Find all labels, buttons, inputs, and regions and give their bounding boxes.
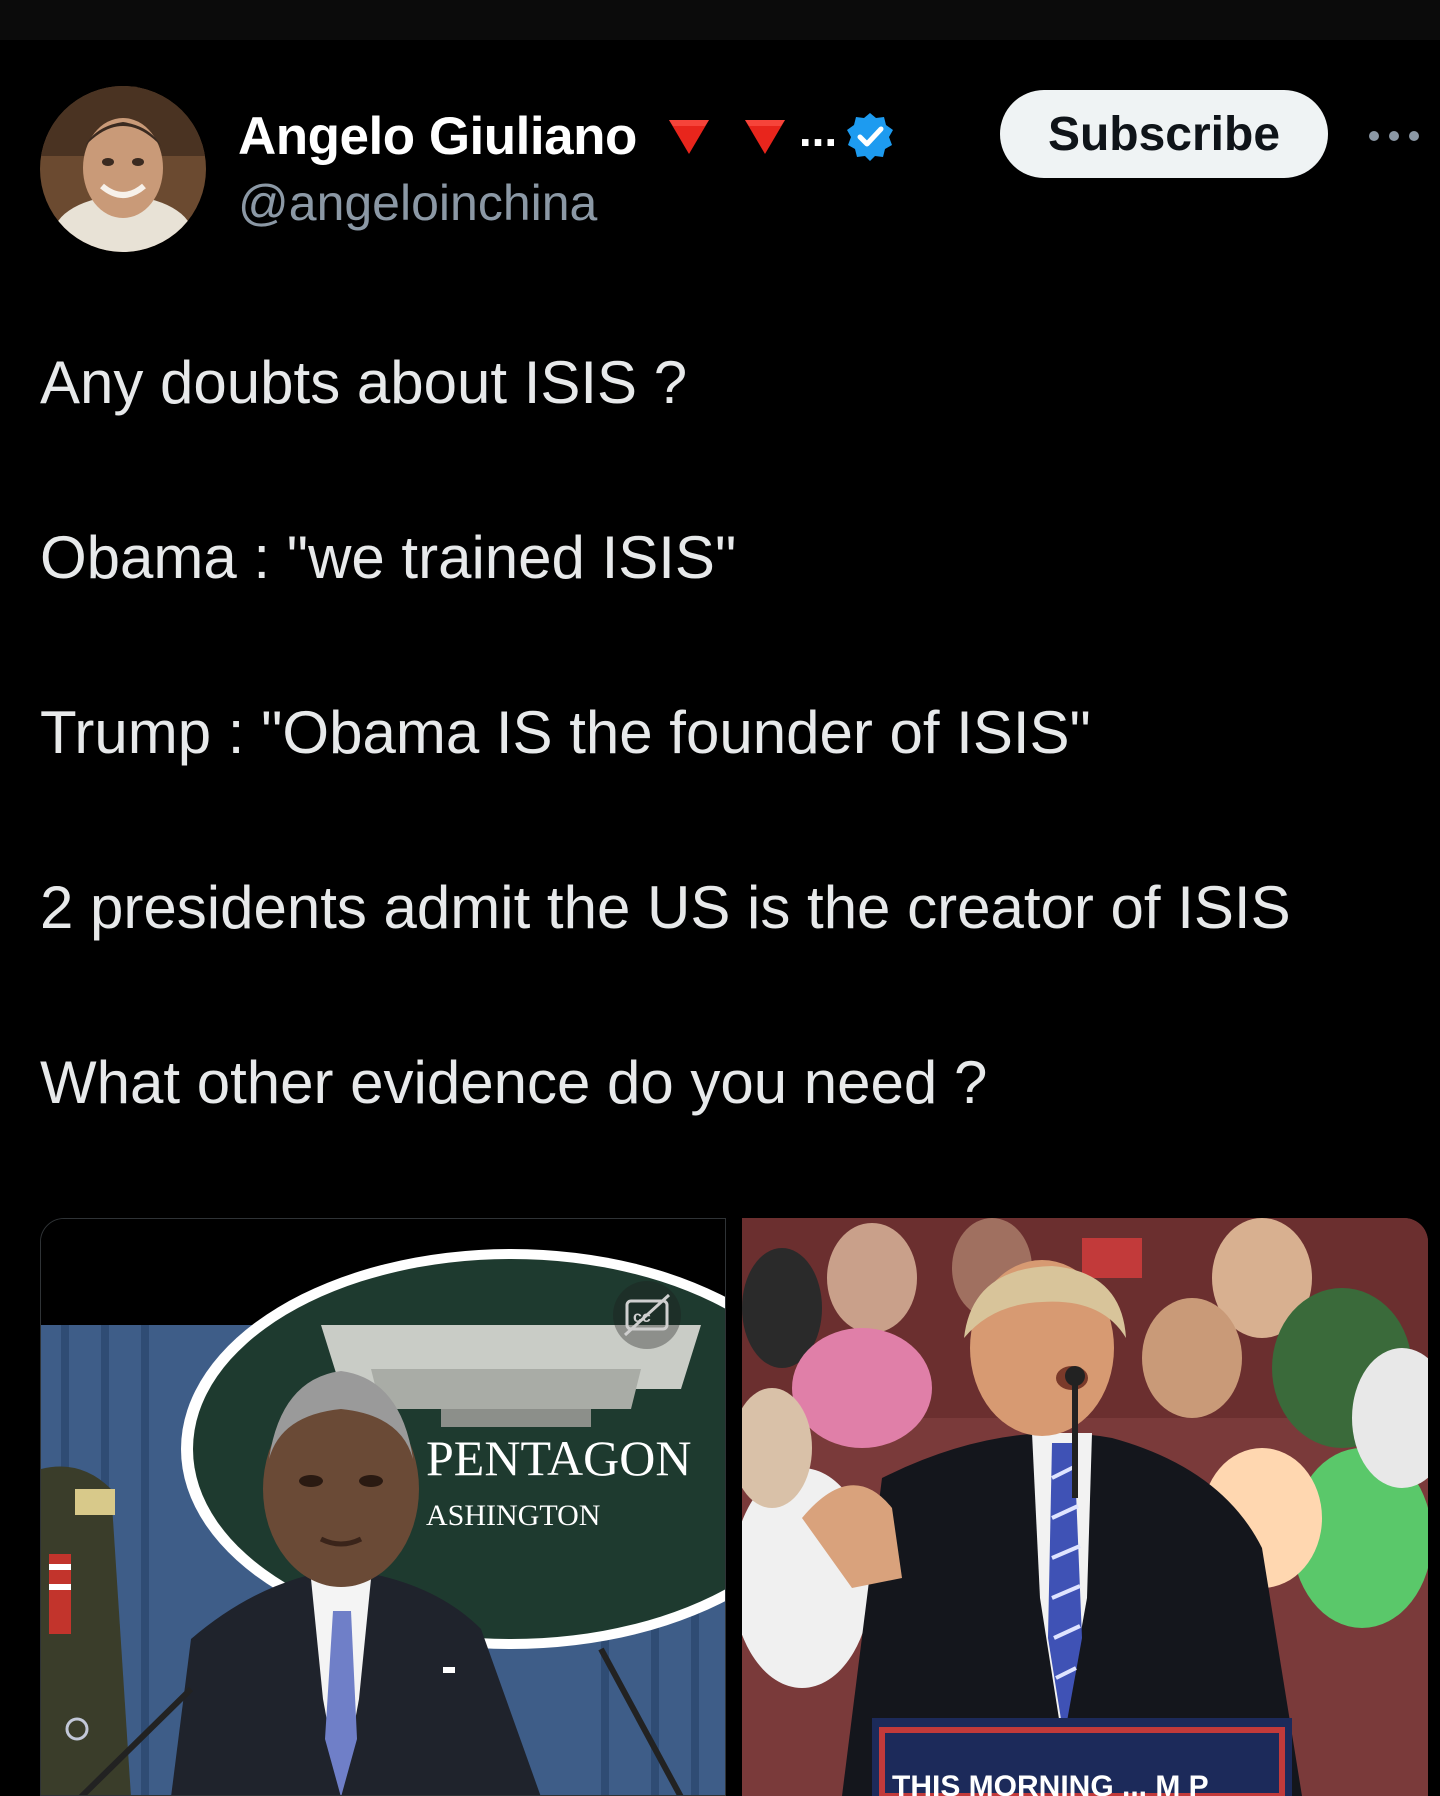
seal-text-top: PENTAGON bbox=[426, 1430, 691, 1486]
tweet-line: 2 presidents admit the US is the creator… bbox=[40, 874, 1291, 941]
banner-text: THIS MORNING ... M P bbox=[892, 1770, 1209, 1796]
tweet-line: Obama : "we trained ISIS" bbox=[40, 524, 737, 591]
tweet-body: Any doubts about ISIS ? Obama : "we trai… bbox=[40, 348, 1420, 1223]
verified-badge-icon[interactable] bbox=[845, 111, 895, 161]
tweet-header: Angelo Giuliano ... @angeloinchina Subsc… bbox=[0, 86, 1440, 256]
red-triangle-icon bbox=[668, 120, 709, 154]
more-options-icon[interactable] bbox=[1364, 124, 1424, 148]
avatar[interactable] bbox=[40, 86, 206, 252]
trump-rally-video-still[interactable]: THIS MORNING ... M P bbox=[742, 1218, 1428, 1796]
closed-captions-icon[interactable]: cc bbox=[611, 1279, 683, 1351]
media-grid: PENTAGON ASHINGTON cc THIS MORNING ... M… bbox=[40, 1218, 1428, 1796]
tweet-line: Trump : "Obama IS the founder of ISIS" bbox=[40, 699, 1091, 766]
subscribe-button[interactable]: Subscribe bbox=[1000, 90, 1328, 178]
author-name-row[interactable]: Angelo Giuliano ... bbox=[238, 104, 895, 167]
tweet-line: What other evidence do you need ? bbox=[40, 1049, 988, 1116]
red-triangle-icon bbox=[744, 120, 785, 154]
name-truncation: ... bbox=[798, 104, 838, 156]
obama-video-still[interactable]: PENTAGON ASHINGTON cc bbox=[40, 1218, 726, 1796]
author-handle[interactable]: @angeloinchina bbox=[238, 174, 597, 232]
tweet-line: Any doubts about ISIS ? bbox=[40, 349, 688, 416]
author-display-name[interactable]: Angelo Giuliano bbox=[238, 106, 637, 167]
status-bar bbox=[0, 0, 1440, 40]
seal-text-bottom: ASHINGTON bbox=[426, 1499, 600, 1532]
